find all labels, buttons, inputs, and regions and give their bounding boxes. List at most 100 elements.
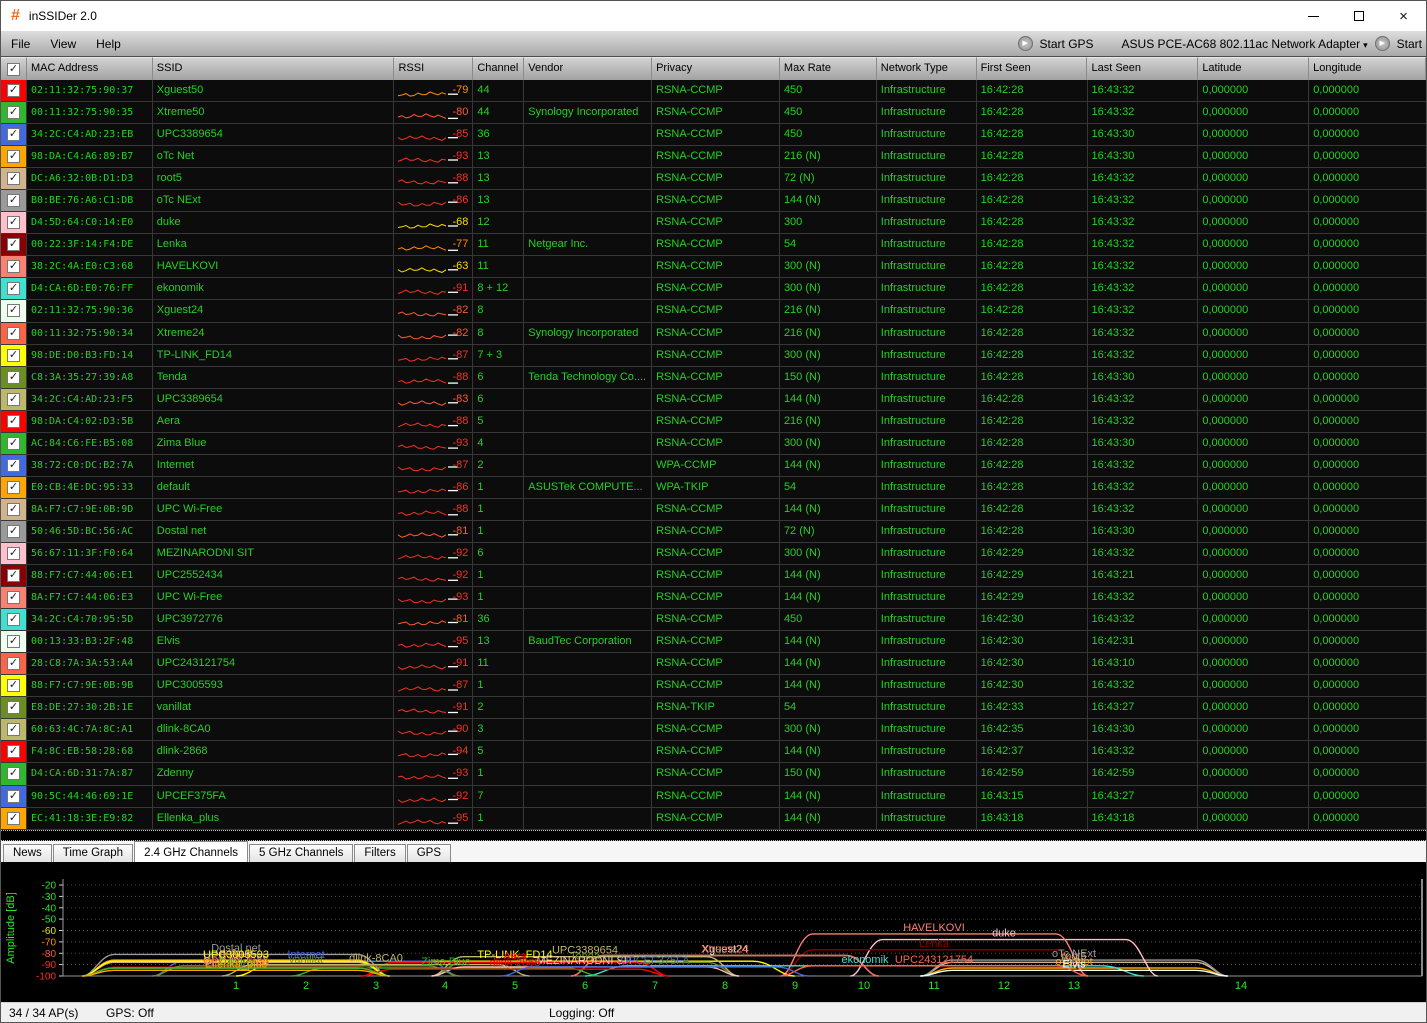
menu-view[interactable]: View (40, 31, 86, 56)
tab-time-graph[interactable]: Time Graph (52, 844, 134, 862)
row-color-checkbox[interactable]: ✓ (1, 785, 27, 807)
row-color-checkbox[interactable]: ✓ (1, 124, 27, 146)
row-color-checkbox[interactable]: ✓ (1, 410, 27, 432)
menu-file[interactable]: File (1, 31, 40, 56)
table-row[interactable]: ✓ 00:13:33:B3:2F:48 Elvis -95 13 BaudTec… (1, 631, 1426, 654)
table-row[interactable]: ✓ 56:67:11:3F:F0:64 MEZINARODNI SIT -92 … (1, 542, 1426, 566)
column-header-vendor[interactable]: Vendor (524, 57, 653, 80)
table-row[interactable]: ✓ E0:CB:4E:DC:95:33 default -86 1 ASUSTe… (1, 476, 1426, 499)
table-row[interactable]: ✓ DC:A6:32:0B:D1:D3 root5 -88 13 RSNA-CC… (1, 168, 1426, 191)
row-color-checkbox[interactable]: ✓ (1, 256, 27, 278)
minimize-button[interactable] (1291, 1, 1336, 31)
start-button[interactable]: Start (1397, 37, 1422, 51)
table-row[interactable]: ✓ D4:CA:6D:31:7A:87 Zdenny -93 1 RSNA-CC… (1, 763, 1426, 786)
panel-divider[interactable] (1, 830, 1426, 841)
row-color-checkbox[interactable]: ✓ (1, 432, 27, 454)
table-row[interactable]: ✓ 90:5C:44:46:69:1E UPCEF375FA -92 7 RSN… (1, 785, 1426, 808)
table-row[interactable]: ✓ EC:41:18:3E:E9:82 Ellenka_plus -95 1 R… (1, 807, 1426, 830)
select-all-checkbox[interactable]: ✓ (1, 57, 27, 80)
row-color-checkbox[interactable]: ✓ (1, 344, 27, 366)
table-row[interactable]: ✓ 28:C8:7A:3A:53:A4 UPC243121754 -91 11 … (1, 653, 1426, 676)
table-row[interactable]: ✓ E8:DE:27:30:2B:1E vanillat -91 2 RSNA-… (1, 697, 1426, 720)
row-color-checkbox[interactable]: ✓ (1, 234, 27, 256)
column-header-privacy[interactable]: Privacy (652, 57, 780, 80)
table-row[interactable]: ✓ 34:2C:C4:70:95:5D UPC3972776 -81 36 RS… (1, 609, 1426, 632)
column-header-channel[interactable]: Channel (473, 57, 525, 80)
table-row[interactable]: ✓ 00:11:32:75:90:34 Xtreme24 -82 8 Synol… (1, 322, 1426, 345)
table-row[interactable]: ✓ 34:2C:C4:AD:23:F5 UPC3389654 -83 6 RSN… (1, 388, 1426, 411)
row-color-checkbox[interactable]: ✓ (1, 719, 27, 741)
table-row[interactable]: ✓ 00:11:32:75:90:35 Xtreme50 -80 44 Syno… (1, 102, 1426, 125)
table-row[interactable]: ✓ 60:63:4C:7A:8C:A1 dlink-8CA0 -90 3 RSN… (1, 719, 1426, 742)
row-color-checkbox[interactable]: ✓ (1, 454, 27, 476)
table-row[interactable]: ✓ F4:8C:EB:58:28:68 dlink-2868 -94 5 RSN… (1, 741, 1426, 764)
table-row[interactable]: ✓ 8A:F7:C7:44:06:E3 UPC Wi-Free -93 1 RS… (1, 587, 1426, 610)
column-header-first-seen[interactable]: First Seen (976, 57, 1088, 80)
column-header-network-type[interactable]: Network Type (876, 57, 977, 80)
row-color-checkbox[interactable]: ✓ (1, 322, 27, 344)
start-gps-button[interactable]: Start GPS (1040, 37, 1094, 51)
maximize-button[interactable] (1336, 1, 1381, 31)
column-header-last-seen[interactable]: Last Seen (1087, 57, 1199, 80)
close-button[interactable]: × (1381, 1, 1426, 31)
row-color-checkbox[interactable]: ✓ (1, 476, 27, 498)
row-color-checkbox[interactable]: ✓ (1, 653, 27, 675)
table-row[interactable]: ✓ 38:2C:4A:E0:C3:68 HAVELKOVI -63 11 RSN… (1, 256, 1426, 279)
row-color-checkbox[interactable]: ✓ (1, 190, 27, 212)
start-gps-play-icon[interactable]: ▶ (1017, 36, 1033, 51)
column-header-ssid[interactable]: SSID (152, 57, 395, 80)
cell-first-seen: 16:42:28 (977, 234, 1088, 256)
column-header-max-rate[interactable]: Max Rate (779, 57, 877, 80)
column-header-latitude[interactable]: Latitude (1198, 57, 1310, 80)
row-color-checkbox[interactable]: ✓ (1, 80, 27, 102)
table-row[interactable]: ✓ 00:22:3F:14:F4:DE Lenka -77 11 Netgear… (1, 234, 1426, 257)
row-color-checkbox[interactable]: ✓ (1, 807, 27, 829)
row-color-checkbox[interactable]: ✓ (1, 168, 27, 190)
row-color-checkbox[interactable]: ✓ (1, 388, 27, 410)
tab-gps[interactable]: GPS (406, 844, 452, 862)
row-color-checkbox[interactable]: ✓ (1, 631, 27, 653)
row-color-checkbox[interactable]: ✓ (1, 542, 27, 565)
column-header-rssi[interactable]: RSSI (394, 57, 474, 80)
start-play-icon[interactable]: ▶ (1374, 36, 1390, 51)
row-color-checkbox[interactable]: ✓ (1, 366, 27, 388)
table-row[interactable]: ✓ 98:DA:C4:02:D3:5B Aera -88 5 RSNA-CCMP… (1, 410, 1426, 433)
tab-news[interactable]: News (3, 844, 52, 862)
row-color-checkbox[interactable]: ✓ (1, 741, 27, 763)
table-row[interactable]: ✓ 98:DE:D0:B3:FD:14 TP-LINK_FD14 -87 7 +… (1, 344, 1426, 367)
tab-5-ghz-channels[interactable]: 5 GHz Channels (249, 844, 354, 862)
table-row[interactable]: ✓ 02:11:32:75:90:36 Xguest24 -82 8 RSNA-… (1, 300, 1426, 323)
row-color-checkbox[interactable]: ✓ (1, 763, 27, 785)
table-row[interactable]: ✓ 8A:F7:C7:9E:0B:9D UPC Wi-Free -88 1 RS… (1, 498, 1426, 521)
row-color-checkbox[interactable]: ✓ (1, 278, 27, 300)
row-color-checkbox[interactable]: ✓ (1, 675, 27, 697)
table-row[interactable]: ✓ 34:2C:C4:AD:23:EB UPC3389654 -85 36 RS… (1, 124, 1426, 147)
table-row[interactable]: ✓ 88:F7:C7:44:06:E1 UPC2552434 -92 1 RSN… (1, 565, 1426, 588)
row-color-checkbox[interactable]: ✓ (1, 212, 27, 234)
row-color-checkbox[interactable]: ✓ (1, 146, 27, 168)
column-header-mac-address[interactable]: MAC Address (26, 57, 153, 80)
table-row[interactable]: ✓ 02:11:32:75:90:37 Xguest50 -79 44 RSNA… (1, 80, 1426, 103)
table-row[interactable]: ✓ AC:84:C6:FE:B5:08 Zima Blue -93 4 RSNA… (1, 432, 1426, 455)
adapter-select[interactable]: ASUS PCE-AC68 802.11ac Network Adapter ▾ (1122, 37, 1368, 51)
tab-filters[interactable]: Filters (354, 844, 406, 862)
table-row[interactable]: ✓ D4:5D:64:C0:14:E0 duke -68 12 RSNA-CCM… (1, 212, 1426, 235)
row-color-checkbox[interactable]: ✓ (1, 520, 27, 542)
row-color-checkbox[interactable]: ✓ (1, 498, 27, 520)
row-color-checkbox[interactable]: ✓ (1, 609, 27, 631)
row-color-checkbox[interactable]: ✓ (1, 697, 27, 719)
column-header-longitude[interactable]: Longitude (1309, 57, 1426, 80)
table-row[interactable]: ✓ D4:CA:6D:E0:76:FF ekonomik -91 8 + 12 … (1, 278, 1426, 301)
row-color-checkbox[interactable]: ✓ (1, 300, 27, 322)
table-row[interactable]: ✓ C8:3A:35:27:39:A8 Tenda -88 6 Tenda Te… (1, 366, 1426, 389)
table-row[interactable]: ✓ 98:DA:C4:A6:89:B7 oTc Net -93 13 RSNA-… (1, 146, 1426, 169)
row-color-checkbox[interactable]: ✓ (1, 565, 27, 587)
tab-2-4-ghz-channels[interactable]: 2.4 GHz Channels (134, 841, 249, 862)
table-row[interactable]: ✓ B0:BE:76:A6:C1:DB oTc NExt -86 13 RSNA… (1, 190, 1426, 213)
row-color-checkbox[interactable]: ✓ (1, 587, 27, 609)
table-row[interactable]: ✓ 50:46:5D:BC:56:AC Dostal net -81 1 RSN… (1, 520, 1426, 543)
menu-help[interactable]: Help (86, 31, 131, 56)
row-color-checkbox[interactable]: ✓ (1, 102, 27, 124)
table-row[interactable]: ✓ 38:72:C0:DC:B2:7A Internet -87 2 WPA-C… (1, 454, 1426, 477)
table-row[interactable]: ✓ 88:F7:C7:9E:0B:9B UPC3005593 -87 1 RSN… (1, 675, 1426, 698)
